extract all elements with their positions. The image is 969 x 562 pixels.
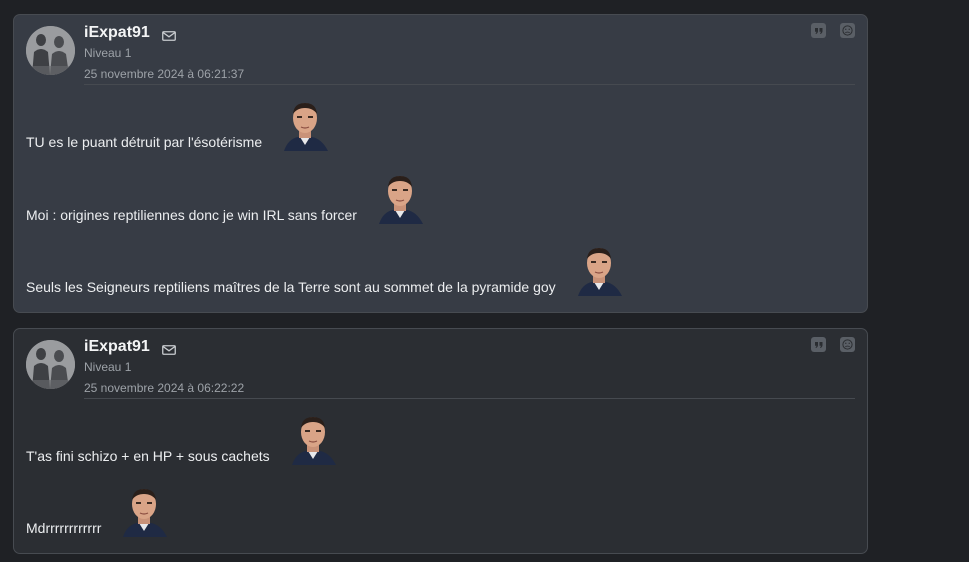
message-line: Seuls les Seigneurs reptiliens maîtres d… [26, 244, 624, 296]
quote-icon[interactable] [811, 337, 826, 352]
avatar[interactable] [26, 26, 75, 75]
message-line: TU es le puant détruit par l'ésotérisme [26, 99, 330, 151]
author-level: Niveau 1 [84, 360, 132, 374]
face-sticker [280, 99, 330, 151]
mail-icon[interactable] [162, 342, 176, 355]
post-date[interactable]: 25 novembre 2024 à 06:21:37 [84, 67, 244, 81]
forum-post: iExpat91 Niveau 1 25 novembre 2024 à 06:… [13, 328, 868, 554]
message-text: Seuls les Seigneurs reptiliens maîtres d… [26, 279, 556, 295]
message-text: TU es le puant détruit par l'ésotérisme [26, 134, 263, 150]
avatar[interactable] [26, 340, 75, 389]
author-level: Niveau 1 [84, 46, 132, 60]
face-sticker [119, 485, 169, 537]
message-text: T'as fini schizo + en HP + sous cachets [26, 448, 270, 464]
author-name[interactable]: iExpat91 [84, 24, 150, 42]
avatar-image [26, 340, 75, 389]
message-text: Mdrrrrrrrrrrrr [26, 520, 102, 536]
report-icon[interactable] [840, 23, 855, 38]
forum-post: iExpat91 Niveau 1 25 novembre 2024 à 06:… [13, 14, 868, 313]
avatar-image [26, 26, 75, 75]
report-icon[interactable] [840, 337, 855, 352]
header-separator [84, 398, 855, 399]
message-line: T'as fini schizo + en HP + sous cachets [26, 413, 338, 465]
author-name[interactable]: iExpat91 [84, 338, 150, 356]
message-line: Moi : origines reptiliennes donc je win … [26, 172, 425, 224]
header-separator [84, 84, 855, 85]
message-line: Mdrrrrrrrrrrrr [26, 485, 169, 537]
face-sticker [574, 244, 624, 296]
face-sticker [375, 172, 425, 224]
quote-icon[interactable] [811, 23, 826, 38]
post-date[interactable]: 25 novembre 2024 à 06:22:22 [84, 381, 244, 395]
face-sticker [288, 413, 338, 465]
message-text: Moi : origines reptiliennes donc je win … [26, 207, 357, 223]
mail-icon[interactable] [162, 28, 176, 41]
